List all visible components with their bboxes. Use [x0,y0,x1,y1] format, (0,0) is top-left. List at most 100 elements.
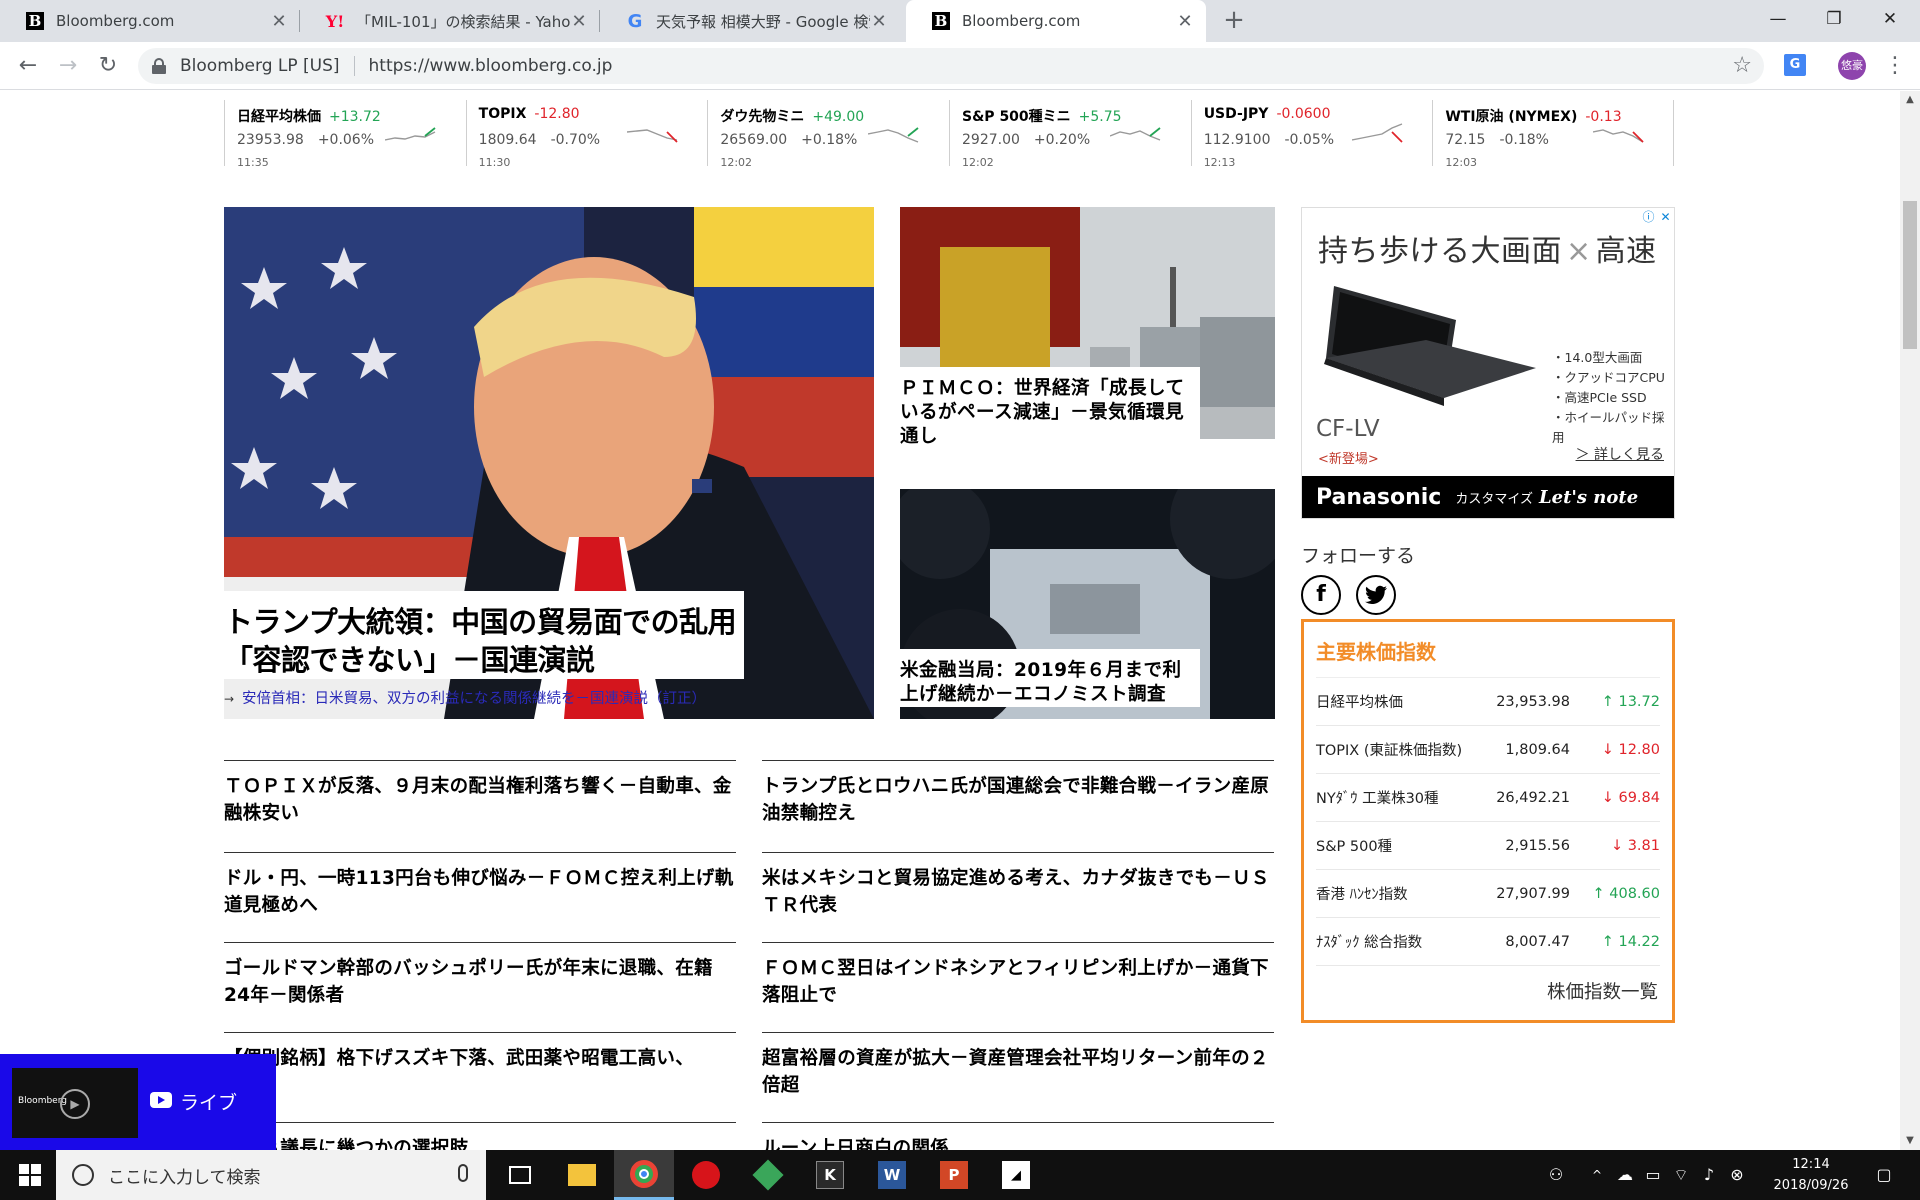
trend-micro-tray-icon[interactable]: ⊗ [1724,1150,1750,1200]
market-list-link[interactable]: 株価指数一覧 [1547,978,1658,1004]
market-row[interactable]: 日経平均株価 23,953.98 ↑ 13.72 [1316,678,1660,726]
ticker-item[interactable]: TOPIX -12.80 1809.64 -0.70% 11:30 [465,100,708,169]
side-story-1-headline[interactable]: ＰＩＭＣＯ：世界経済「成長しているがペース減速」－景気循環見通し [900,367,1200,449]
market-row[interactable]: 香港 ﾊﾝｾﾝ指数 27,907.99 ↑ 408.60 [1316,870,1660,918]
live-thumbnail[interactable]: Bloomberg ▶ [12,1068,138,1138]
show-hidden-icons-icon[interactable]: ^ [1584,1150,1610,1200]
powerpoint-icon[interactable]: P [924,1150,984,1200]
ticker-name: TOPIX -12.80 [478,106,580,122]
klack-app-icon[interactable]: K [800,1150,860,1200]
advertisement[interactable]: ⓘ ✕ 持ち歩ける大画面 × 高速 ・14.0型大画面 ・クアッドコアCPU ・高速… [1301,207,1675,519]
market-row[interactable]: ﾅｽﾀﾞｯｸ 総合指数 8,007.47 ↑ 14.22 [1316,918,1660,966]
side-story-2[interactable]: 米金融当局：2019年６月まで利上げ継続か－エコノミスト調査 [900,489,1275,719]
play-icon[interactable]: ▶ [60,1089,90,1119]
ad-info-icon[interactable]: ⓘ [1640,208,1657,226]
story-headline[interactable]: トランプ氏とロウハニ氏が国連総会で非難合戦－イラン産原油禁輸控え [762,760,1274,827]
facebook-icon[interactable]: f [1301,575,1341,615]
ad-close-control[interactable]: ⓘ ✕ [1640,208,1674,226]
story-headline[interactable]: ＴＯＰＩＸが反落、９月末の配当権利落ち響く－自動車、金融株安い [224,760,736,827]
ad-more-link[interactable]: ＞ 詳しく見る [1576,444,1664,464]
story-headline[interactable]: ドル・円、一時113円台も伸び悩み－ＦＯＭＣ控え利上げ軌道見極めへ [224,852,736,919]
market-row[interactable]: S&P 500種 2,915.56 ↓ 3.81 [1316,822,1660,870]
lead-headline-box[interactable]: トランプ大統領：中国の貿易面での乱用「容認できない」－国連演説 [224,591,744,679]
twitter-icon[interactable] [1356,575,1396,615]
index-name: 香港 ﾊﾝｾﾝ指数 [1316,887,1408,903]
tab-close-icon[interactable]: ✕ [570,11,588,32]
story-headline[interactable]: ルーン上日商白の関係 [762,1122,1274,1150]
forward-button[interactable]: → [52,50,84,82]
windows-start-icon[interactable] [0,1150,56,1200]
page-scrollbar[interactable]: ▲ ▼ [1900,91,1920,1150]
tab-google-search[interactable]: G 天気予報 相模大野 - Google 検索 ✕ [600,0,900,42]
index-change: ↓ 3.81 [1610,837,1660,854]
battery-icon[interactable]: ▭ [1640,1150,1666,1200]
network-app-icon[interactable] [738,1150,798,1200]
taskbar-clock[interactable]: 12:14 2018/09/26 [1766,1154,1856,1196]
tab-close-icon[interactable]: ✕ [270,11,288,32]
taskbar-search[interactable]: ここに入力して検索 [56,1150,486,1200]
chrome-icon[interactable] [614,1150,674,1200]
address-bar[interactable]: Bloomberg LP [US] https://www.bloomberg.… [138,48,1764,84]
ticker-name: 日経平均株価 +13.72 [237,109,381,125]
story-headline[interactable]: ゴールドマン幹部のバッシュポリー氏が年末に退職、在籍24年－関係者 [224,942,736,1009]
file-explorer-icon[interactable] [552,1150,612,1200]
story-headline[interactable]: ＦＯＭＣ翌日はインドネシアとフィリピン利上げか－通貨下落阻止で [762,942,1274,1009]
translate-extension-icon[interactable]: G [1784,54,1806,76]
ticker-item[interactable]: 日経平均株価 +13.72 23953.98 +0.06% 11:35 [224,100,466,169]
restore-button[interactable]: ❐ [1806,0,1862,40]
tab-bloomberg-active[interactable]: B Bloomberg.com ✕ [906,0,1206,42]
browser-menu-icon[interactable]: ⋮ [1884,52,1906,80]
ad-close-icon[interactable]: ✕ [1657,208,1674,226]
window-close-button[interactable]: ✕ [1862,0,1918,40]
lead-related-link[interactable]: 安倍首相：日米貿易、双方の利益になる関係継続を－国連演説（訂正） [224,689,724,710]
ticker-time: 12:02 [962,156,994,169]
word-icon[interactable]: W [862,1150,922,1200]
onedrive-icon[interactable]: ☁ [1612,1150,1638,1200]
market-indices-box: 主要株価指数 日経平均株価 23,953.98 ↑ 13.72 TOPIX (東証株価… [1301,619,1675,1023]
market-rows: 日経平均株価 23,953.98 ↑ 13.72 TOPIX (東証株価指数) 1,80… [1316,678,1660,966]
tab-close-icon[interactable]: ✕ [870,11,888,32]
story-headline[interactable]: 米はメキシコと貿易協定進める考え、カナダ抜きでも－ＵＳＴＲ代表 [762,852,1274,919]
trend-micro-icon[interactable] [676,1150,736,1200]
sticky-notes-icon[interactable]: ◢ [986,1150,1046,1200]
microphone-icon[interactable] [458,1164,468,1182]
index-value: 23,953.98 [1496,693,1570,710]
tab-yahoo-search[interactable]: Y! 「MIL-101」の検索結果 - Yahoo!検索 ✕ [300,0,600,42]
clock-time: 12:14 [1792,1157,1830,1172]
lead-headline[interactable]: トランプ大統領：中国の貿易面での乱用「容認できない」－国連演説 [224,603,744,679]
ticker-item[interactable]: WTI原油 (NYMEX) -0.13 72.15 -0.18% 12:03 [1432,100,1675,169]
side-story-1[interactable]: ＰＩＭＣＯ：世界経済「成長しているがペース減速」－景気循環見通し [900,207,1275,449]
scroll-thumb[interactable] [1903,201,1917,349]
market-row[interactable]: TOPIX (東証株価指数) 1,809.64 ↓ 12.80 [1316,726,1660,774]
scroll-up-arrow-icon[interactable]: ▲ [1900,91,1920,109]
volume-icon[interactable]: ♪ [1696,1150,1722,1200]
story-headline[interactable]: ＦＲＢ議長に幾つかの選択肢 [224,1122,736,1150]
ticker-time: 12:13 [1203,156,1236,169]
ticker-value: 1809.64 -0.70% [478,132,601,148]
story-headline[interactable]: 【個別銘柄】格下げスズキ下落、武田薬や昭電工高い、 [224,1032,736,1072]
back-button[interactable]: ← [12,50,44,82]
minimize-button[interactable]: — [1750,0,1806,40]
bookmark-star-icon[interactable]: ☆ [1732,53,1752,78]
wifi-icon[interactable]: ⌔ [1668,1150,1694,1200]
ticker-value: 72.15 -0.18% [1445,132,1549,148]
tab-bloomberg-1[interactable]: B Bloomberg.com ✕ [0,0,300,42]
side-story-2-headline[interactable]: 米金融当局：2019年６月まで利上げ継続か－エコノミスト調査 [900,649,1200,707]
profile-avatar[interactable]: 悠豪 [1838,52,1866,80]
people-icon[interactable]: ⚇ [1538,1150,1574,1200]
reload-button[interactable]: ↻ [92,50,124,82]
ticker-item[interactable]: ダウ先物ミニ +49.00 26569.00 +0.18% 12:02 [707,100,949,169]
ticker-item[interactable]: USD-JPY -0.0600 112.9100 -0.05% 12:13 [1190,100,1433,169]
live-player[interactable]: Bloomberg ▶ ライブ [0,1054,276,1150]
live-label[interactable]: ライブ [180,1088,237,1115]
market-row[interactable]: NYﾀﾞｳ 工業株30種 26,492.21 ↓ 69.84 [1316,774,1660,822]
tab-close-icon[interactable]: ✕ [1176,11,1194,32]
ticker-item[interactable]: S&P 500種ミニ +5.75 2927.00 +0.20% 12:02 [949,100,1191,169]
action-center-icon[interactable]: ▢ [1864,1150,1904,1200]
story-headline[interactable]: 超富裕層の資産が拡大－資産管理会社平均リターン前年の２倍超 [762,1032,1274,1099]
task-view-icon[interactable] [490,1150,550,1200]
ticker-value: 112.9100 -0.05% [1203,132,1335,148]
index-name: TOPIX (東証株価指数) [1316,743,1463,759]
new-tab-button[interactable]: + [1220,6,1248,36]
scroll-down-arrow-icon[interactable]: ▼ [1900,1132,1920,1150]
